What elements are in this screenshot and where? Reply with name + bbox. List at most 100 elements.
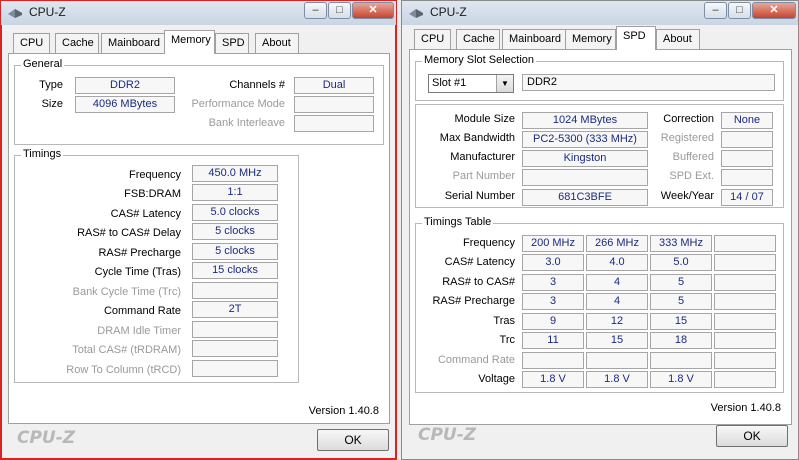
chevron-down-icon[interactable]: ▼ <box>496 75 513 92</box>
timing-value <box>192 282 278 299</box>
spd-ext-label: SPD Ext. <box>669 170 714 182</box>
timing-label: CAS# Latency <box>110 208 181 220</box>
timings-table-label: Timings Table <box>422 216 494 228</box>
timing-label: RAS# Precharge <box>98 247 181 259</box>
timing-row-label: Frequency <box>463 237 515 249</box>
timing-value <box>192 321 278 338</box>
buffered-label: Buffered <box>672 151 714 163</box>
timing-cell: 4 <box>586 293 648 310</box>
timing-cell: 15 <box>586 332 648 349</box>
timing-value: 5 clocks <box>192 243 278 260</box>
cpuz-window-memory: CPU-Z – □ ✕ CPU Cache Mainboard Memory S… <box>0 0 397 460</box>
tab-memory[interactable]: Memory <box>164 30 215 54</box>
ok-button[interactable]: OK <box>716 425 788 447</box>
general-group: General Type DDR2 Size 4096 MBytes Chann… <box>14 58 384 145</box>
timings-table-group: Timings Table Frequency 200 MHz 266 MHz … <box>415 216 784 393</box>
timing-row-label: Trc <box>499 334 515 346</box>
timing-label: Command Rate <box>103 305 181 317</box>
minimize-button[interactable]: – <box>304 2 327 19</box>
memory-slot-selection-label: Memory Slot Selection <box>422 54 537 66</box>
tab-spd[interactable]: SPD <box>215 33 249 53</box>
size-value: 4096 MBytes <box>75 96 175 113</box>
maximize-button[interactable]: □ <box>328 2 351 19</box>
window-title: CPU-Z <box>29 5 66 19</box>
cpuz-logo: CPU-Z <box>17 428 76 448</box>
timing-cell: 1.8 V <box>522 371 584 388</box>
minimize-button[interactable]: – <box>704 2 727 19</box>
timing-label: RAS# to CAS# Delay <box>77 227 181 239</box>
tab-page-spd: Memory Slot Selection Slot #1 ▼ DDR2 Mod… <box>409 49 792 425</box>
tab-mainboard[interactable]: Mainboard <box>101 33 165 53</box>
general-group-label: General <box>21 58 65 70</box>
tab-cache[interactable]: Cache <box>55 33 99 53</box>
tab-cache[interactable]: Cache <box>456 29 500 49</box>
part-number-label: Part Number <box>452 170 515 182</box>
timing-label: Frequency <box>129 169 181 181</box>
timing-cell: 3 <box>522 274 584 291</box>
tab-memory[interactable]: Memory <box>565 29 616 49</box>
max-bandwidth-value: PC2-5300 (333 MHz) <box>522 131 648 148</box>
timing-cell: 5.0 <box>650 254 712 271</box>
timing-cell: 4.0 <box>586 254 648 271</box>
version-label: Version 1.40.8 <box>710 402 781 414</box>
serial-number-value: 681C3BFE <box>522 189 648 206</box>
timing-cell: 1.8 V <box>650 371 712 388</box>
timing-cell: 5 <box>650 274 712 291</box>
timing-row-label: Command Rate <box>437 354 515 366</box>
close-button[interactable]: ✕ <box>752 2 796 19</box>
cpuz-app-icon <box>409 9 423 18</box>
performance-mode-label: Performance Mode <box>191 98 285 110</box>
timing-label: Cycle Time (Tras) <box>94 266 181 278</box>
timing-cell: 5 <box>650 293 712 310</box>
timing-row-label: Tras <box>493 315 515 327</box>
tab-spd[interactable]: SPD <box>616 26 656 50</box>
timing-value: 15 clocks <box>192 262 278 279</box>
timing-cell: 18 <box>650 332 712 349</box>
timing-value <box>192 360 278 377</box>
size-label: Size <box>41 98 63 110</box>
module-size-value: 1024 MBytes <box>522 112 648 129</box>
timing-cell: 9 <box>522 313 584 330</box>
tab-cpu[interactable]: CPU <box>13 33 50 53</box>
channels-value: Dual <box>294 77 374 94</box>
timing-cell <box>522 352 584 369</box>
channels-label: Channels # <box>229 79 285 91</box>
tab-mainboard[interactable]: Mainboard <box>502 29 566 49</box>
timing-cell: 15 <box>650 313 712 330</box>
timing-row-label: RAS# Precharge <box>432 295 515 307</box>
tab-cpu[interactable]: CPU <box>414 29 451 49</box>
buffered-value <box>721 150 773 167</box>
slot-select-value: Slot #1 <box>432 77 467 89</box>
timing-value: 5.0 clocks <box>192 204 278 221</box>
cpuz-logo: CPU-Z <box>418 425 477 445</box>
tab-about[interactable]: About <box>656 29 700 49</box>
ok-button[interactable]: OK <box>317 429 389 451</box>
bank-interleave-value <box>294 115 374 132</box>
part-number-value <box>522 169 648 186</box>
timing-cell: 3 <box>522 293 584 310</box>
title-bar[interactable]: CPU-Z – □ ✕ <box>1 1 396 25</box>
timings-group: Timings Frequency 450.0 MHz FSB:DRAM 1:1… <box>14 148 299 383</box>
module-info-group: Module Size 1024 MBytes Max Bandwidth PC… <box>415 104 784 208</box>
maximize-button[interactable]: □ <box>728 2 751 19</box>
timing-cell <box>714 352 776 369</box>
correction-label: Correction <box>663 113 714 125</box>
registered-label: Registered <box>660 132 714 144</box>
slot-select[interactable]: Slot #1 ▼ <box>428 74 514 93</box>
timing-cell: 333 MHz <box>650 235 712 252</box>
slot-memory-type-value: DDR2 <box>522 74 775 91</box>
timing-cell: 1.8 V <box>586 371 648 388</box>
tab-about[interactable]: About <box>255 33 299 53</box>
timing-cell: 200 MHz <box>522 235 584 252</box>
title-bar[interactable]: CPU-Z – □ ✕ <box>402 1 798 25</box>
timing-cell <box>714 371 776 388</box>
close-button[interactable]: ✕ <box>352 2 394 19</box>
serial-number-label: Serial Number <box>444 190 515 202</box>
timing-label: Bank Cycle Time (Trc) <box>72 286 181 298</box>
registered-value <box>721 131 773 148</box>
week-year-label: Week/Year <box>660 190 714 202</box>
correction-value: None <box>721 112 773 129</box>
timing-row-label: Voltage <box>478 373 515 385</box>
tab-page-memory: General Type DDR2 Size 4096 MBytes Chann… <box>8 53 390 424</box>
manufacturer-label: Manufacturer <box>450 151 515 163</box>
